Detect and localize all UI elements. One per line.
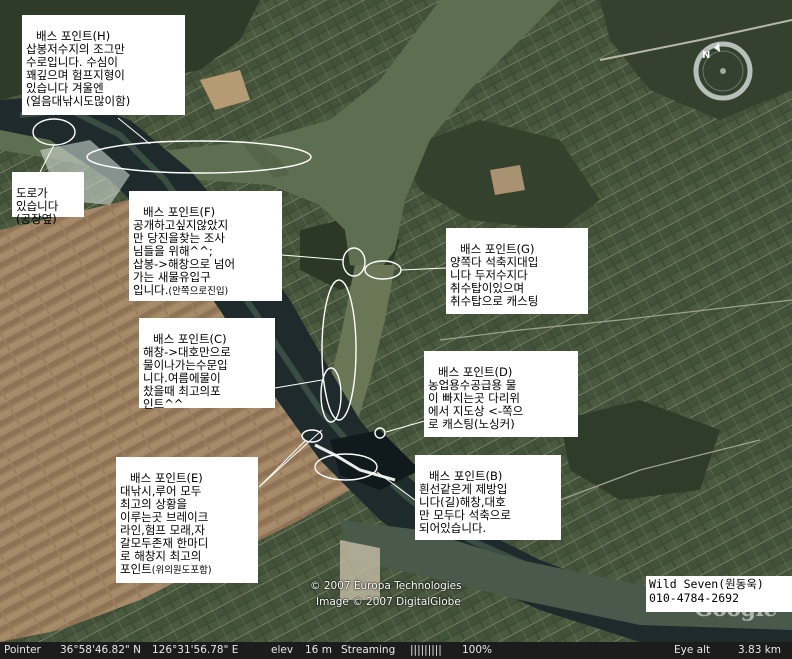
note-body: 해창->대호만으로 물이나가는수문입 니다.여름에물이 찼을때 최고의포 인트^… [143, 345, 231, 411]
pointer-label: Pointer [4, 644, 41, 656]
note-point-g: 배스 포인트(G) 양쪽다 석축지대입 니다 두저수지다 취수탑이있으며 취수탑으… [446, 228, 588, 314]
streaming-percent: 100% [462, 644, 493, 656]
note-body: 농업용수공급용 물 이 빠지는곳 다리위 에서 지도상 <-쪽으 로 캐스팅(노… [428, 378, 524, 431]
note-point-d: 배스 포인트(D) 농업용수공급용 물 이 빠지는곳 다리위 에서 지도상 <-쪽… [424, 351, 578, 437]
author-name: Wild Seven(원동욱) [649, 577, 764, 591]
note-aside: (안쪽으로진입) [168, 286, 229, 297]
note-body: 대낚시,루어 모두 최고의 상황을 이루는곳 브레이크 라인,험프 모래,자 갈… [120, 484, 209, 576]
status-bar: Pointer 36°58'46.82" N 126°31'56.78" E e… [0, 642, 792, 659]
note-point-c: 배스 포인트(C) 해창->대호만으로 물이나가는수문입 니다.여름에물이 찼을때… [139, 318, 275, 411]
compass-north-label: N [702, 50, 711, 61]
soil-patch [490, 165, 525, 195]
note-point-b: 배스 포인트(B) 흰선같은게 제방입 니다(길)해창,대호 만 모두다 석축으로… [415, 455, 561, 540]
note-point-e: 배스 포인트(E) 대낚시,루어 모두 최고의 상황을 이루는곳 브레이크 라인,… [116, 457, 258, 583]
streaming-label: Streaming [341, 644, 396, 656]
note-aside: (위의원도포함) [151, 565, 212, 576]
satellite-map[interactable]: N 배스 포인트(H) 삽봉저수지의 조그만 수로입니다. 수심이 꽤깊으며 험프… [0, 0, 792, 642]
note-road: 도로가 있습니다 (공장옆) [12, 172, 84, 226]
streaming-progress: ||||||||| [410, 644, 442, 656]
pointer-longitude: 126°31'56.78" E [152, 644, 239, 656]
eye-altitude-value: 3.83 km [738, 644, 782, 656]
note-body: 삽봉저수지의 조그만 수로입니다. 수심이 꽤깊으며 험프지형이 있습니다 겨울… [26, 42, 131, 108]
elevation-value: 16 m [305, 644, 332, 656]
elevation-label: elev [271, 644, 294, 656]
imagery-credit-europa: © 2007 Europa Technologies [310, 580, 462, 592]
note-body: 흰선같은게 제방입 니다(길)해창,대호 만 모두다 석축으로 되어있습니다. [419, 482, 511, 535]
eye-altitude-label: Eye alt [674, 644, 711, 656]
note-point-f: 배스 포인트(F) 공개하고싶지않았지 만 당진을찾는 조사 님들을 위해^^; … [129, 191, 282, 301]
imagery-credit-digitalglobe: Image © 2007 DigitalGlobe [316, 596, 461, 608]
author-phone: 010-4784-2692 [649, 591, 740, 605]
note-body: 양쪽다 석축지대입 니다 두저수지다 취수탑이있으며 취수탑으로 캐스팅 [450, 255, 539, 308]
author-label: Wild Seven(원동욱) 010-4784-2692 [646, 576, 792, 612]
note-point-h: 배스 포인트(H) 삽봉저수지의 조그만 수로입니다. 수심이 꽤깊으며 험프지형… [22, 15, 185, 115]
pointer-latitude: 36°58'46.82" N [60, 644, 141, 656]
compass-control[interactable]: N [692, 40, 754, 102]
note-body: 도로가 있습니다 (공장옆) [16, 186, 59, 226]
